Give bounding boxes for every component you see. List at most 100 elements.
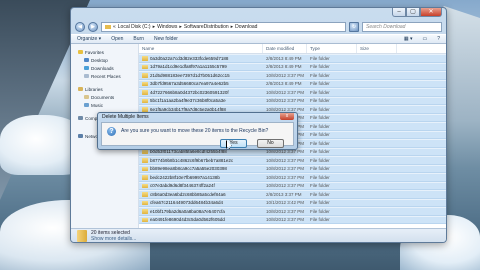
- nav-libraries[interactable]: Libraries: [71, 85, 138, 93]
- file-name: 1d79a1d1cd9e1dfa8f97a1a1155c5799: [150, 64, 227, 70]
- table-row[interactable]: 4d7227666b8a0d4372bc02360591320f 10/8/201…: [139, 88, 446, 97]
- breadcrumb-separator-icon: ▸: [152, 24, 156, 30]
- back-button[interactable]: ◀: [75, 22, 85, 32]
- breadcrumb-separator-icon: ▸: [179, 24, 182, 30]
- table-row[interactable]: 5bc1f1a1aa2ba4f9e37c36b8f0ca5a3e 10/8/201…: [139, 96, 446, 105]
- new-folder-button[interactable]: New folder: [154, 36, 178, 42]
- dialog-title[interactable]: Delete Multiple Items x: [98, 113, 297, 122]
- nav-documents[interactable]: Documents: [71, 93, 138, 101]
- search-input[interactable]: Search Download: [362, 22, 442, 32]
- date-modified-cell: 10/8/2012 3:37 PM: [266, 149, 305, 155]
- folder-icon: [77, 229, 87, 242]
- nav-favorites[interactable]: Favorites: [71, 48, 138, 56]
- file-name: 0a3d0a22a7cd3d82e333fcde659d7188: [150, 55, 229, 61]
- documents-icon: [84, 95, 89, 99]
- nav-recent-places[interactable]: Recent Places: [71, 72, 138, 80]
- file-name: c07e3abd9d6d8f3446374ff2a24f: [150, 183, 215, 189]
- minimize-button[interactable]: –: [392, 8, 406, 17]
- type-cell: File folder: [310, 208, 330, 214]
- organize-menu[interactable]: Organize ▾: [77, 36, 101, 42]
- table-row[interactable]: 0a3d0a22a7cd3d82e333fcde659d7188 2/8/2013…: [139, 54, 446, 63]
- close-button[interactable]: ✕: [420, 8, 442, 17]
- column-header-size[interactable]: Size: [357, 44, 397, 53]
- date-modified-cell: 10/1/2012 3:42 PM: [266, 200, 305, 206]
- maximize-button[interactable]: ▢: [406, 8, 420, 17]
- preview-pane-icon[interactable]: ▭: [422, 36, 427, 42]
- window-controls: – ▢ ✕: [392, 8, 442, 17]
- date-modified-cell: 10/8/2012 3:37 PM: [266, 98, 305, 104]
- nav-downloads[interactable]: Downloads: [71, 64, 138, 72]
- address-bar[interactable]: « Local Disk (C:) ▸ Windows ▸ SoftwareDi…: [101, 22, 346, 32]
- table-row[interactable]: 1d79a1d1cd9e1dfa8f97a1a1155c5799 2/8/2013…: [139, 62, 446, 71]
- no-button[interactable]: No: [257, 139, 284, 148]
- table-row[interactable]: c07e3abd9d6d8f3446374ff2a24f 10/8/2012 3:…: [139, 181, 446, 190]
- file-name: 4d7227666b8a0d4372bc02360591320f: [150, 89, 229, 95]
- file-name: 21d5d988183ee7397d1d7b051d62cc15: [150, 72, 230, 78]
- dialog-title-text: Delete Multiple Items: [102, 114, 149, 120]
- folder-icon: [142, 175, 148, 180]
- date-modified-cell: 10/8/2012 3:37 PM: [266, 157, 305, 163]
- nav-libraries-label: Libraries: [85, 86, 103, 92]
- file-name-cell: 5bc1f1a1aa2ba4f9e37c36b8f0ca5a3e: [139, 98, 263, 103]
- title-bar[interactable]: – ▢ ✕: [71, 8, 446, 20]
- folder-icon: [142, 107, 148, 112]
- view-options-icon[interactable]: ▦ ▾: [404, 36, 413, 42]
- forward-button[interactable]: ▶: [88, 22, 98, 32]
- file-name: e10bf179ba2d6a0a8ba08a7e5407cfa: [150, 208, 225, 214]
- folder-icon: [105, 25, 111, 29]
- date-modified-cell: 2/8/2013 3:37 PM: [266, 191, 302, 197]
- breadcrumb-download[interactable]: Download: [235, 24, 257, 30]
- file-name: c8b6a0d3ea6bd2c68bb85a5cdef84a6: [150, 191, 226, 197]
- file-name-cell: 1d79a1d1cd9e1dfa8f97a1a1155c5799: [139, 64, 263, 69]
- breadcrumb-softwaredistribution[interactable]: SoftwareDistribution: [184, 24, 229, 30]
- file-name: ea0491fe8690d4d3c5da0d562f605dd: [150, 217, 225, 223]
- show-more-details-link[interactable]: Show more details...: [91, 236, 136, 242]
- table-row[interactable]: bedc2422b8f10e7fb69997a14138b 10/8/2012 3…: [139, 173, 446, 182]
- computer-icon: [78, 116, 83, 120]
- file-name: 5bc1f1a1aa2ba4f9e37c36b8f0ca5a3e: [150, 98, 226, 104]
- breadcrumb-windows[interactable]: Windows: [157, 24, 177, 30]
- nav-desktop[interactable]: Desktop: [71, 56, 138, 64]
- yes-button[interactable]: Yes: [220, 139, 247, 148]
- folder-icon: [142, 183, 148, 188]
- dialog-body: ? Are you sure you want to move these 20…: [101, 122, 294, 148]
- file-name-cell: e10bf179ba2d6a0a8ba08a7e5407cfa: [139, 209, 263, 214]
- file-name-cell: c07e3abd9d6d8f3446374ff2a24f: [139, 183, 263, 188]
- burn-button[interactable]: Burn: [133, 36, 144, 42]
- type-cell: File folder: [310, 81, 330, 87]
- type-cell: File folder: [310, 200, 330, 206]
- open-button[interactable]: Open: [111, 36, 123, 42]
- address-row: ◀ ▶ « Local Disk (C:) ▸ Windows ▸ Softwa…: [71, 20, 446, 34]
- folder-icon: [142, 209, 148, 214]
- table-row[interactable]: cfea67c2116449073dd6484b34a6d4 10/1/2012 …: [139, 198, 446, 207]
- table-row[interactable]: e10bf179ba2d6a0a8ba08a7e5407cfa 10/8/2012…: [139, 207, 446, 216]
- file-name: 6e1f5a9cb34b17f9a7d8c5e2a0b14f88: [150, 106, 226, 112]
- table-row[interactable]: c8b6a0d3ea6bd2c68bb85a5cdef84a6 2/8/2013 …: [139, 190, 446, 199]
- help-icon[interactable]: ?: [437, 36, 440, 42]
- date-modified-cell: 10/8/2012 3:37 PM: [266, 166, 305, 172]
- table-row[interactable]: 3db7fd9567a3d56680ca7ea97a4e62b5 2/8/2013…: [139, 79, 446, 88]
- column-header-name[interactable]: Name: [139, 44, 263, 53]
- type-cell: File folder: [310, 72, 330, 78]
- file-name: cfea67c2116449073dd6484b34a6d4: [150, 200, 223, 206]
- column-header-date[interactable]: Date modified: [263, 44, 307, 53]
- type-cell: File folder: [310, 55, 330, 61]
- file-name-cell: ea0491fe8690d4d3c5da0d562f605dd: [139, 217, 263, 222]
- type-cell: File folder: [310, 140, 330, 146]
- nav-music[interactable]: Music: [71, 101, 138, 109]
- date-modified-cell: 10/8/2012 3:37 PM: [266, 89, 305, 95]
- folder-icon: [142, 158, 148, 163]
- dialog-close-button[interactable]: x: [280, 113, 294, 120]
- table-row[interactable]: 21d5d988183ee7397d1d7b051d62cc15 10/8/201…: [139, 71, 446, 80]
- refresh-button[interactable]: ↻: [349, 22, 359, 32]
- type-cell: File folder: [310, 123, 330, 129]
- table-row[interactable]: ea0491fe8690d4d3c5da0d562f605dd 10/8/2012…: [139, 215, 446, 224]
- table-row[interactable]: bb89e98ea8b8ca9cc7a5a55e2030398 10/8/2012…: [139, 164, 446, 173]
- file-name: 3db7fd9567a3d56680ca7ea97a4e62b5: [150, 81, 229, 87]
- breadcrumb-local-disk[interactable]: Local Disk (C:): [118, 24, 151, 30]
- folder-icon: [142, 56, 148, 61]
- table-row[interactable]: b8774b9b8b1c4862c6f9b67beb7a881e2c 10/8/2…: [139, 156, 446, 165]
- column-header-type[interactable]: Type: [307, 44, 357, 53]
- type-cell: File folder: [310, 115, 330, 121]
- folder-icon: [142, 149, 148, 154]
